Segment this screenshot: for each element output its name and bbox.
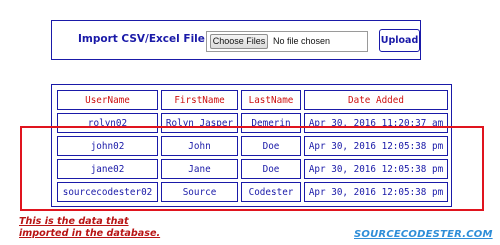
cell-firstname: Source (161, 182, 238, 202)
file-status-text: No file chosen (273, 36, 331, 46)
table-row: jane02 Jane Doe Apr 30, 2016 12:05:38 pm (57, 159, 448, 179)
cell-username: sourcecodester02 (57, 182, 158, 202)
import-label: Import CSV/Excel File: (78, 33, 210, 45)
annotation-caption: This is the data that imported in the da… (19, 216, 189, 240)
cell-date-added: Apr 30, 2016 12:05:38 pm (304, 136, 448, 156)
column-header-username: UserName (57, 90, 158, 110)
file-input[interactable]: Choose Files No file chosen (206, 31, 368, 52)
cell-lastname: Doe (241, 136, 301, 156)
import-panel: Import CSV/Excel File: Choose Files No f… (51, 20, 421, 60)
table-header-row: UserName FirstName LastName Date Added (57, 90, 448, 110)
cell-firstname: John (161, 136, 238, 156)
cell-username: jane02 (57, 159, 158, 179)
cell-date-added: Apr 30, 2016 12:05:38 pm (304, 182, 448, 202)
users-table-container: UserName FirstName LastName Date Added r… (51, 84, 452, 207)
cell-lastname: Doe (241, 159, 301, 179)
cell-firstname: Rolyn Jasper (161, 113, 238, 133)
cell-firstname: Jane (161, 159, 238, 179)
table-row: sourcecodester02 Source Codester Apr 30,… (57, 182, 448, 202)
cell-date-added: Apr 30, 2016 11:20:37 am (304, 113, 448, 133)
watermark-brand: SOURCECODESTER.COM (354, 229, 493, 240)
choose-files-button[interactable]: Choose Files (210, 34, 268, 49)
cell-date-added: Apr 30, 2016 12:05:38 pm (304, 159, 448, 179)
annotation-caption-line: This is the data that (19, 216, 129, 227)
column-header-firstname: FirstName (161, 90, 238, 110)
users-table: UserName FirstName LastName Date Added r… (54, 87, 451, 205)
column-header-lastname: LastName (241, 90, 301, 110)
upload-button[interactable]: Upload (379, 29, 420, 52)
annotation-caption-line: imported in the database. (19, 228, 161, 239)
cell-lastname: Codester (241, 182, 301, 202)
table-row: john02 John Doe Apr 30, 2016 12:05:38 pm (57, 136, 448, 156)
column-header-date-added: Date Added (304, 90, 448, 110)
cell-lastname: Demerin (241, 113, 301, 133)
cell-username: rolyn02 (57, 113, 158, 133)
cell-username: john02 (57, 136, 158, 156)
table-row: rolyn02 Rolyn Jasper Demerin Apr 30, 201… (57, 113, 448, 133)
